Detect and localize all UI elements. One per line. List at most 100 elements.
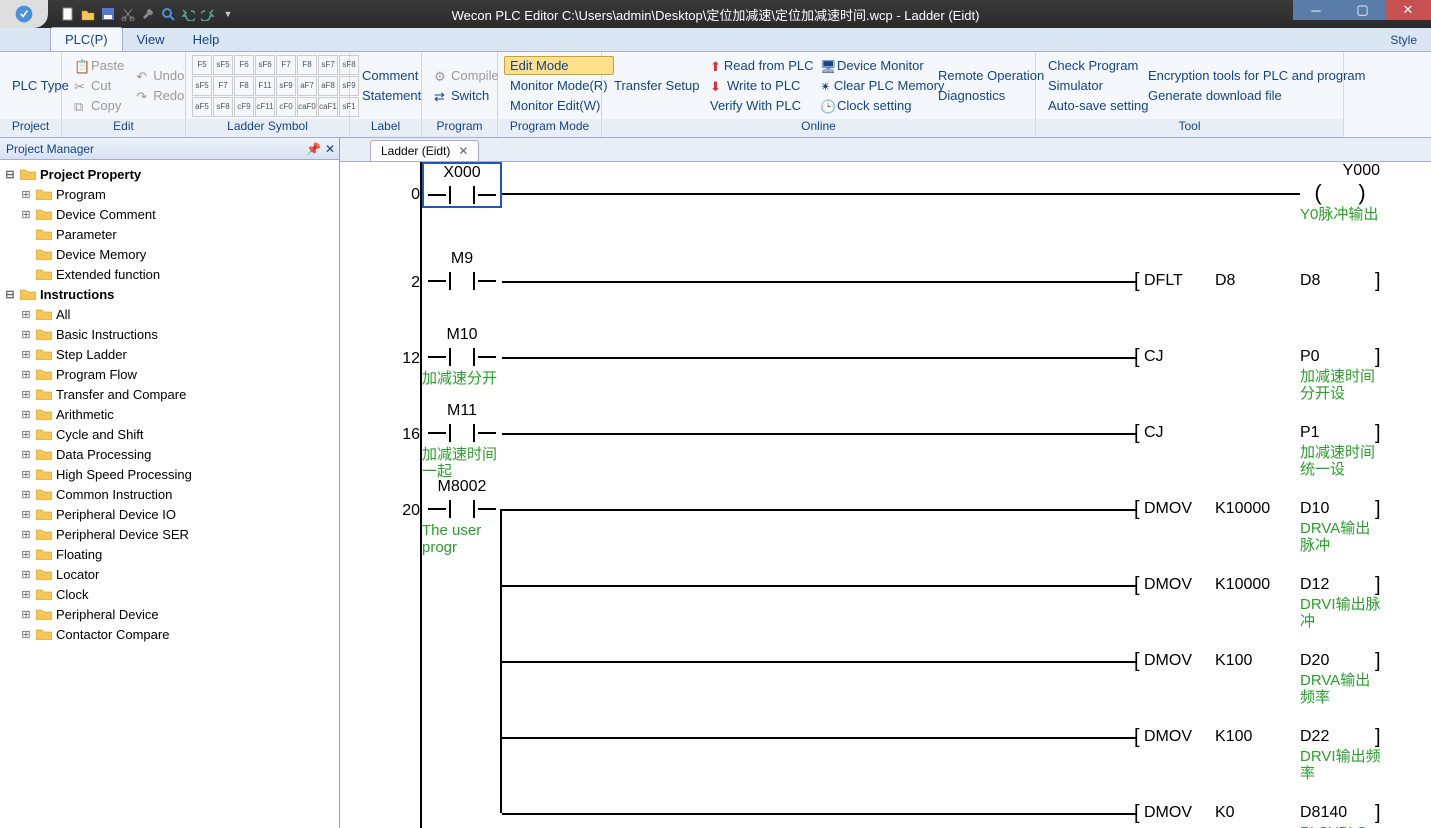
comment-button[interactable]: Comment	[356, 66, 427, 85]
tree-item[interactable]: ⊞Arithmetic	[0, 404, 339, 424]
ladder-instruction[interactable]: DMOV	[1144, 652, 1192, 670]
tree-item[interactable]: ⊞Data Processing	[0, 444, 339, 464]
diagnostics-button[interactable]: Diagnostics	[932, 86, 1040, 105]
ladder-symbol-button[interactable]: sF5	[192, 76, 212, 96]
qat-find-icon[interactable]	[160, 6, 176, 22]
tree-item[interactable]: ⊞Locator	[0, 564, 339, 584]
tree-item[interactable]: Device Memory	[0, 244, 339, 264]
tree-item[interactable]: ⊞Floating	[0, 544, 339, 564]
read-from-plc-button[interactable]: ⬆Read from PLC	[704, 56, 814, 75]
pm-pin-icon[interactable]: 📌	[306, 142, 321, 156]
tree-item[interactable]: ⊞Transfer and Compare	[0, 384, 339, 404]
qat-cut-icon[interactable]	[120, 6, 136, 22]
transfer-setup-button[interactable]: Transfer Setup	[608, 76, 704, 95]
edit-mode-button[interactable]: Edit Mode	[504, 56, 614, 75]
tree-item[interactable]: ⊞Contactor Compare	[0, 624, 339, 644]
device-monitor-button[interactable]: 🖥Device Monitor	[814, 56, 932, 75]
ladder-operand[interactable]: D12	[1300, 576, 1329, 594]
pm-close-icon[interactable]: ✕	[325, 142, 335, 156]
maximize-button[interactable]: ▢	[1339, 0, 1385, 20]
ladder-symbol-button[interactable]: aF7	[297, 76, 317, 96]
tree-item[interactable]: ⊟Instructions	[0, 284, 339, 304]
ladder-instruction[interactable]: DMOV	[1144, 728, 1192, 746]
ladder-operand[interactable]: K100	[1215, 728, 1252, 746]
encryption-tools-button[interactable]: Encryption tools for PLC and program	[1142, 66, 1342, 85]
ladder-instruction[interactable]: DMOV	[1144, 576, 1192, 594]
ladder-symbol-button[interactable]: sF6	[255, 55, 275, 75]
auto-save-button[interactable]: Auto-save setting	[1042, 96, 1142, 115]
tree-item[interactable]: ⊞Basic Instructions	[0, 324, 339, 344]
document-tab-close-icon[interactable]: ✕	[458, 144, 468, 158]
ladder-operand[interactable]: D22	[1300, 728, 1329, 746]
tree-item[interactable]: Extended function	[0, 264, 339, 284]
simulator-button[interactable]: Simulator	[1042, 76, 1142, 95]
ladder-symbol-button[interactable]: sF9	[276, 76, 296, 96]
ladder-symbol-grid[interactable]: F5sF5F6sF6F7F8sF7sF8sF5F7F8F11sF9aF7aF8s…	[192, 55, 359, 117]
ladder-symbol-button[interactable]: F8	[297, 55, 317, 75]
generate-download-button[interactable]: Generate download file	[1142, 86, 1342, 105]
tree-item[interactable]: ⊞Peripheral Device IO	[0, 504, 339, 524]
tab-help[interactable]: Help	[179, 28, 234, 51]
ladder-symbol-button[interactable]: cF11	[255, 97, 275, 117]
ladder-contact[interactable]: X000	[422, 162, 502, 208]
ladder-output[interactable]: Y000 ( ) Y0脉冲输出	[1300, 162, 1380, 223]
ladder-symbol-button[interactable]: F5	[192, 55, 212, 75]
ladder-operand[interactable]: D20	[1300, 652, 1329, 670]
monitor-edit-w-button[interactable]: Monitor Edit(W)	[504, 96, 614, 115]
switch-button[interactable]: ⇄Switch	[428, 86, 505, 105]
ladder-operand[interactable]: P1	[1300, 424, 1320, 442]
ladder-symbol-button[interactable]: F11	[255, 76, 275, 96]
qat-undo-icon[interactable]	[180, 6, 196, 22]
ladder-operand[interactable]: P0	[1300, 348, 1320, 366]
ladder-contact[interactable]: M10	[422, 326, 502, 368]
tab-plc[interactable]: PLC(P)	[50, 27, 123, 51]
qat-open-icon[interactable]	[80, 6, 96, 22]
ladder-symbol-button[interactable]: caF0	[297, 97, 317, 117]
tree-item[interactable]: ⊞Program Flow	[0, 364, 339, 384]
paste-button[interactable]: 📋Paste	[68, 56, 130, 75]
clear-plc-memory-button[interactable]: ✴Clear PLC Memory	[814, 76, 932, 95]
minimize-button[interactable]: ─	[1293, 0, 1339, 20]
verify-with-plc-button[interactable]: Verify With PLC	[704, 96, 814, 115]
tree-item[interactable]: ⊞Step Ladder	[0, 344, 339, 364]
tree-item[interactable]: ⊞High Speed Processing	[0, 464, 339, 484]
ladder-symbol-button[interactable]: F6	[234, 55, 254, 75]
ladder-symbol-button[interactable]: sF5	[213, 55, 233, 75]
ladder-symbol-button[interactable]: cF0	[276, 97, 296, 117]
ladder-symbol-button[interactable]: sF8	[213, 97, 233, 117]
tree-item[interactable]: ⊟Project Property	[0, 164, 339, 184]
qat-new-icon[interactable]	[60, 6, 76, 22]
ladder-instruction[interactable]: CJ	[1144, 424, 1164, 442]
tree-item[interactable]: Parameter	[0, 224, 339, 244]
ladder-instruction[interactable]: DFLT	[1144, 272, 1183, 290]
copy-button[interactable]: ⧉Copy	[68, 96, 130, 115]
ladder-symbol-button[interactable]: sF7	[318, 55, 338, 75]
ladder-symbol-button[interactable]: aF5	[192, 97, 212, 117]
close-button[interactable]: ✕	[1385, 0, 1431, 20]
tree-item[interactable]: ⊞Clock	[0, 584, 339, 604]
ladder-contact[interactable]: M9	[422, 250, 502, 292]
tree-item[interactable]: ⊞Program	[0, 184, 339, 204]
tree-item[interactable]: ⊞Peripheral Device	[0, 604, 339, 624]
tree-item[interactable]: ⊞Device Comment	[0, 204, 339, 224]
ladder-operand[interactable]: K0	[1215, 804, 1235, 822]
style-link[interactable]: Style	[1386, 29, 1421, 51]
check-program-button[interactable]: Check Program	[1042, 56, 1142, 75]
cut-button[interactable]: ✂Cut	[68, 76, 130, 95]
qat-dropdown-icon[interactable]: ▼	[220, 6, 236, 22]
ladder-contact[interactable]: M11	[422, 402, 502, 444]
ladder-symbol-button[interactable]: caF1	[318, 97, 338, 117]
compile-button[interactable]: ⚙Compile	[428, 66, 505, 85]
qat-redo-icon[interactable]	[200, 6, 216, 22]
ladder-operand[interactable]: D8	[1300, 272, 1320, 290]
tree-item[interactable]: ⊞Common Instruction	[0, 484, 339, 504]
ladder-operand[interactable]: D10	[1300, 500, 1329, 518]
ladder-instruction[interactable]: DMOV	[1144, 804, 1192, 822]
ladder-symbol-button[interactable]: F7	[276, 55, 296, 75]
ladder-symbol-button[interactable]: F7	[213, 76, 233, 96]
ladder-instruction[interactable]: DMOV	[1144, 500, 1192, 518]
statement-button[interactable]: Statement	[356, 86, 427, 105]
qat-save-icon[interactable]	[100, 6, 116, 22]
tree-item[interactable]: ⊞All	[0, 304, 339, 324]
project-tree[interactable]: ⊟Project Property⊞Program⊞Device Comment…	[0, 160, 339, 828]
